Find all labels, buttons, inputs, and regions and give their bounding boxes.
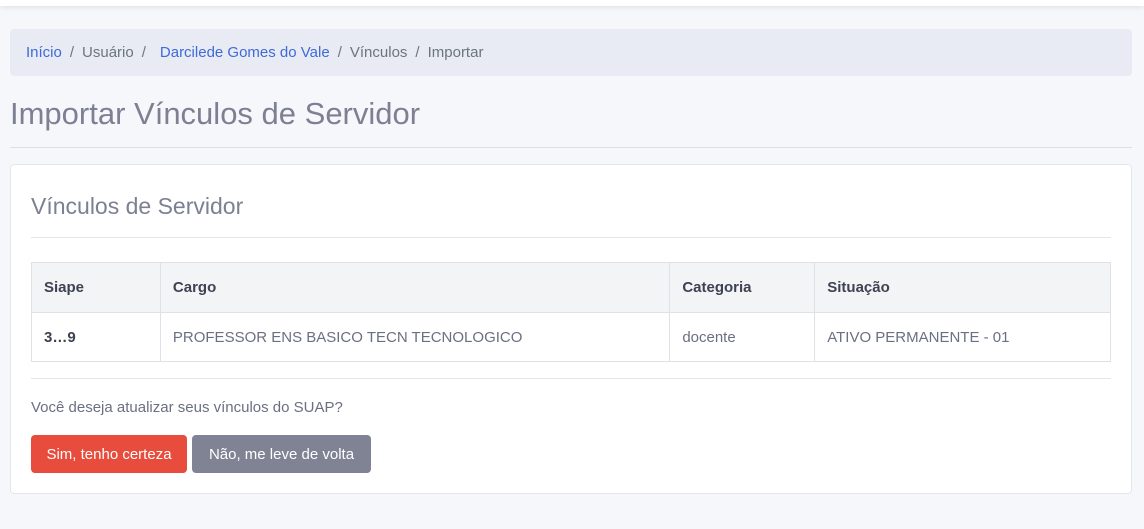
cell-categoria: docente [669,312,816,362]
column-header-siape: Siape [31,262,161,313]
breadcrumb-separator: / [141,44,146,61]
breadcrumb-home-link[interactable]: Início [26,44,62,61]
column-header-cargo: Cargo [159,262,671,313]
links-table: Siape Cargo Categoria Situação 3…9 PROFE… [31,262,1111,362]
column-header-categoria: Categoria [669,262,816,313]
column-header-situacao: Situação [814,262,1111,313]
breadcrumb-current: Importar [427,44,484,61]
breadcrumb-links: Vínculos [349,44,408,61]
table-header-row: Siape Cargo Categoria Situação [31,262,1111,313]
breadcrumb-user: Usuário [82,44,134,61]
breadcrumb-separator: / [337,44,342,61]
top-bar [0,0,1144,6]
table-row: 3…9 PROFESSOR ENS BASICO TECN TECNOLOGIC… [31,312,1111,362]
card-divider [31,237,1111,238]
cell-siape: 3…9 [31,312,161,362]
breadcrumb-separator: / [69,44,75,61]
cancel-button[interactable]: Não, me leve de volta [192,435,371,473]
cell-cargo: PROFESSOR ENS BASICO TECN TECNOLOGICO [159,312,671,362]
card-title: Vínculos de Servidor [31,193,244,219]
breadcrumb-separator: / [415,44,420,61]
cell-situacao: ATIVO PERMANENTE - 01 [814,312,1111,362]
card-divider [31,378,1111,379]
confirm-button[interactable]: Sim, tenho certeza [31,435,187,473]
page-title: Importar Vínculos de Servidor [10,96,421,131]
links-card: Vínculos de Servidor Siape Cargo Categor… [10,164,1132,494]
breadcrumb-person-link[interactable]: Darcilede Gomes do Vale [160,44,330,61]
confirmation-question: Você deseja atualizar seus vínculos do S… [31,399,343,416]
breadcrumb: Início / Usuário / Darcilede Gomes do Va… [10,29,1132,76]
title-divider [10,147,1132,148]
